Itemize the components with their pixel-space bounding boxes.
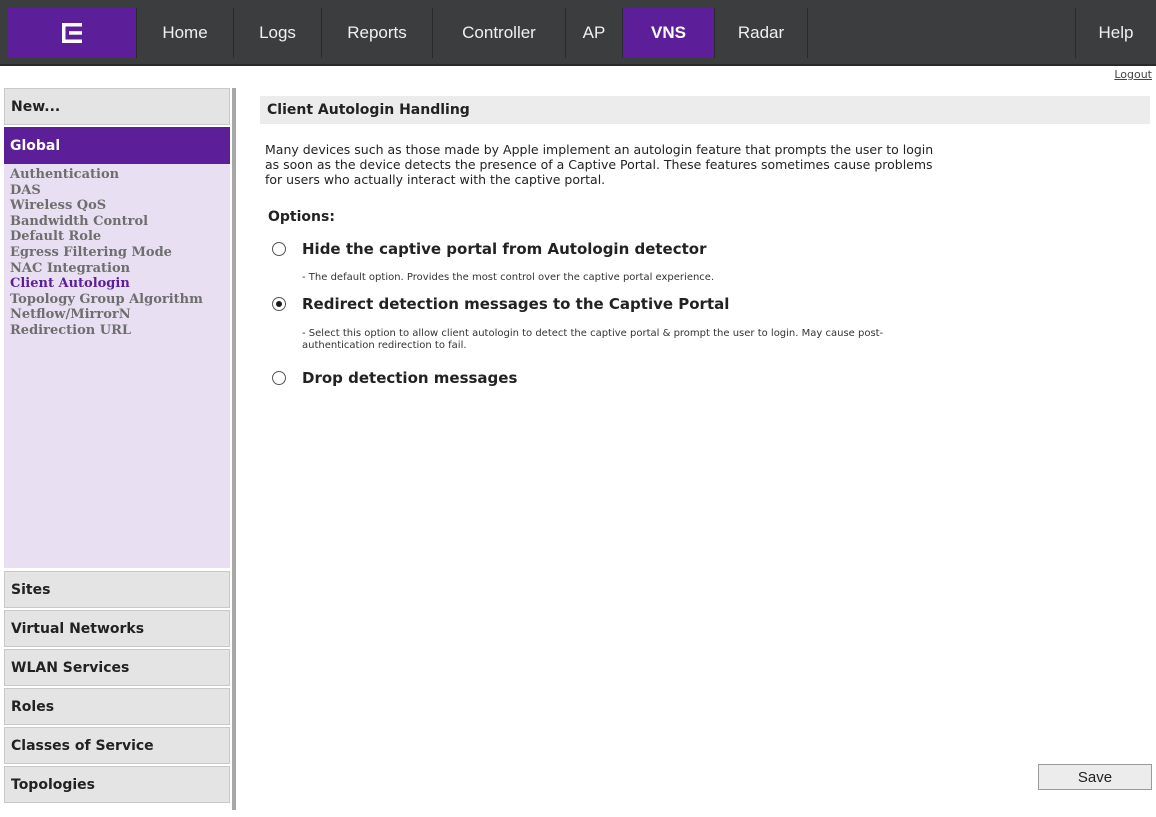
sidebar-link-redirection-url[interactable]: Redirection URL: [4, 323, 230, 339]
sidebar-roles[interactable]: Roles: [4, 688, 230, 725]
radio-selected-dot: [276, 301, 282, 307]
nav-vns[interactable]: VNS: [622, 8, 714, 58]
sidebar-link-bandwidth-control[interactable]: Bandwidth Control: [4, 214, 230, 230]
option-note: - Select this option to allow client aut…: [302, 328, 883, 352]
sidebar-wlan-services[interactable]: WLAN Services: [4, 649, 230, 686]
sidebar-link-client-autologin[interactable]: Client Autologin: [4, 276, 230, 292]
option-label: Drop detection messages: [302, 369, 518, 387]
option-drop-messages[interactable]: Drop detection messages: [272, 369, 517, 387]
top-nav-bar: Home Logs Reports Controller AP VNS Rada…: [0, 0, 1156, 66]
save-button[interactable]: Save: [1038, 764, 1152, 790]
sidebar-link-wireless-qos[interactable]: Wireless QoS: [4, 198, 230, 214]
options-label: Options:: [268, 209, 335, 225]
radio-drop-messages[interactable]: [272, 371, 286, 385]
nav-controller[interactable]: Controller: [432, 8, 565, 58]
sidebar-virtual-networks[interactable]: Virtual Networks: [4, 610, 230, 647]
note-line: - Select this option to allow client aut…: [302, 328, 884, 339]
sidebar-link-egress-filtering-mode[interactable]: Egress Filtering Mode: [4, 245, 230, 261]
sidebar: New... Global Authentication DAS Wireles…: [4, 88, 230, 804]
sidebar-link-das[interactable]: DAS: [4, 183, 230, 199]
nav-home[interactable]: Home: [136, 8, 233, 58]
nav-logs[interactable]: Logs: [233, 8, 321, 58]
option-note: - The default option. Provides the most …: [302, 272, 714, 284]
sidebar-classes-of-service[interactable]: Classes of Service: [4, 727, 230, 764]
sidebar-link-netflow-mirrorn[interactable]: Netflow/MirrorN: [4, 307, 230, 323]
note-line: authentication redirection to fail.: [302, 340, 467, 351]
sidebar-link-nac-integration[interactable]: NAC Integration: [4, 261, 230, 277]
logout-link[interactable]: Logout: [1114, 68, 1152, 81]
global-links-panel: Authentication DAS Wireless QoS Bandwidt…: [4, 164, 230, 568]
description-line: Many devices such as those made by Apple…: [265, 142, 934, 157]
nav-ap[interactable]: AP: [565, 8, 622, 58]
nav-help[interactable]: Help: [1075, 8, 1156, 58]
radio-redirect-portal[interactable]: [272, 297, 286, 311]
sidebar-link-topology-group-algorithm[interactable]: Topology Group Algorithm: [4, 292, 230, 308]
option-redirect-portal[interactable]: Redirect detection messages to the Capti…: [272, 295, 729, 313]
description-line: for users who actually interact with the…: [265, 172, 606, 187]
option-label: Redirect detection messages to the Capti…: [302, 295, 730, 313]
sidebar-global[interactable]: Global: [4, 127, 230, 164]
extreme-logo[interactable]: [8, 8, 136, 58]
sidebar-sites[interactable]: Sites: [4, 571, 230, 608]
option-label: Hide the captive portal from Autologin d…: [302, 240, 707, 258]
sidebar-link-default-role[interactable]: Default Role: [4, 229, 230, 245]
radio-hide-portal[interactable]: [272, 242, 286, 256]
sidebar-topologies[interactable]: Topologies: [4, 766, 230, 803]
page-title: Client Autologin Handling: [260, 96, 1150, 124]
option-hide-portal[interactable]: Hide the captive portal from Autologin d…: [272, 240, 707, 258]
sidebar-link-authentication[interactable]: Authentication: [4, 167, 230, 183]
description: Many devices such as those made by Apple…: [265, 142, 1125, 187]
description-line: as soon as the device detects the presen…: [265, 157, 933, 172]
sidebar-splitter[interactable]: [232, 88, 236, 810]
nav-spacer: [807, 8, 1075, 58]
nav-reports[interactable]: Reports: [321, 8, 432, 58]
note-line: - The default option. Provides the most …: [302, 272, 715, 283]
nav-radar[interactable]: Radar: [714, 8, 807, 58]
sidebar-new[interactable]: New...: [4, 88, 230, 125]
logo-icon: [62, 23, 82, 43]
